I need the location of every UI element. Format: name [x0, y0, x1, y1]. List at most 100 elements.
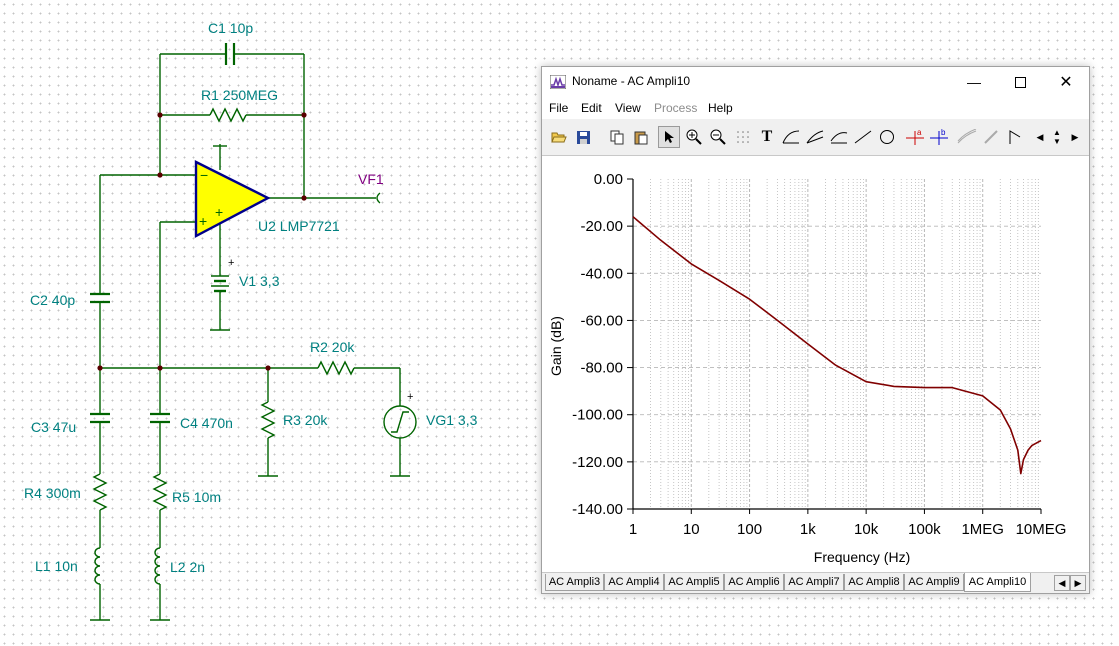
tab-ac-ampli3[interactable]: AC Ampli3	[545, 574, 604, 591]
arrow-right-icon: ▶	[1071, 131, 1079, 142]
label-r3: R3 20k	[283, 412, 328, 428]
menu-view[interactable]: View	[615, 101, 641, 115]
label-c3: C3 47u	[31, 419, 76, 435]
x-tick-label: 10k	[854, 521, 879, 538]
arrow-left-icon: ◀	[1036, 131, 1044, 142]
gain-curve	[632, 216, 1042, 475]
paste-icon	[634, 131, 648, 145]
tab-ac-ampli4[interactable]: AC Ampli4	[604, 574, 664, 591]
tab-ac-ampli9[interactable]: AC Ampli9	[904, 574, 964, 591]
arrow-up-icon: ▲	[1053, 128, 1061, 137]
wave-icon	[957, 129, 977, 144]
wave-button	[956, 126, 978, 148]
menu-help[interactable]: Help	[708, 101, 733, 115]
curve-icon	[782, 130, 800, 144]
svg-text:b: b	[941, 128, 946, 137]
tab-ac-ampli6[interactable]: AC Ampli6	[724, 574, 784, 591]
x-tick-label: 1	[629, 521, 637, 538]
text-button[interactable]: T	[756, 126, 778, 148]
label-c4: C4 470n	[180, 415, 233, 431]
arrow-down-icon: ▼	[1053, 137, 1061, 146]
y-tick-label: -120.00	[572, 454, 623, 471]
copy-button[interactable]	[606, 126, 628, 148]
bode-chart[interactable]: 0.00 -20.00 -40.00 -60.00 -80.00 -100.00 -120.…	[542, 156, 1089, 572]
save-button[interactable]	[572, 126, 594, 148]
label-r5: R5 10m	[172, 489, 221, 505]
toolbar-scroll-left[interactable]: ◀	[1034, 126, 1046, 148]
tab-scroll-left[interactable]: ◀	[1054, 575, 1070, 591]
zoom-in-icon	[686, 129, 702, 145]
y-tick-labels: 0.00 -20.00 -40.00 -60.00 -80.00 -100.00 -120.…	[572, 171, 623, 518]
close-icon: ✕	[1059, 74, 1073, 91]
toolbar: T a b ◀ ▲ ▼ ▶	[542, 122, 1089, 154]
x-tick-label: 1MEG	[961, 521, 1004, 538]
svg-text:+: +	[199, 213, 207, 229]
cursor-b-icon: b	[930, 128, 948, 145]
app-icon	[550, 75, 566, 89]
menu-file[interactable]: File	[549, 101, 568, 115]
tab-bar: AC Ampli3 AC Ampli4 AC Ampli5 AC Ampli6 …	[542, 573, 1089, 593]
text-icon: T	[761, 128, 773, 145]
maximize-icon	[1014, 76, 1026, 88]
toolbar-scroll-right[interactable]: ▶	[1069, 126, 1081, 148]
zoom-in-button[interactable]	[683, 126, 705, 148]
title-bar[interactable]: Noname - AC Ampli10 — ✕	[542, 67, 1089, 97]
tab-scroll-right[interactable]: ▶	[1070, 575, 1086, 591]
chart-grid	[633, 179, 1041, 509]
cursor-a-icon: a	[906, 128, 924, 145]
plot-area[interactable]: 0.00 -20.00 -40.00 -60.00 -80.00 -100.00 -120.…	[542, 155, 1089, 573]
y-tick-label: 0.00	[594, 171, 623, 188]
cursor-b-button[interactable]: b	[928, 126, 950, 148]
curve-tool-3-button[interactable]	[828, 126, 850, 148]
y-tick-label: -100.00	[572, 407, 623, 424]
y-axis-label: Gain (dB)	[548, 316, 564, 376]
label-vf1: VF1	[358, 171, 384, 187]
zoom-out-icon	[710, 129, 726, 145]
pointer-button[interactable]	[658, 126, 680, 148]
menu-edit[interactable]: Edit	[581, 101, 602, 115]
curve-icon	[830, 132, 848, 144]
tab-ac-ampli7[interactable]: AC Ampli7	[784, 574, 844, 591]
copy-icon	[610, 130, 624, 145]
circle-icon	[880, 130, 894, 144]
circle-button[interactable]	[876, 126, 898, 148]
window-title: Noname - AC Ampli10	[572, 74, 691, 88]
label-u2: U2 LMP7721	[258, 218, 340, 234]
paste-button[interactable]	[630, 126, 652, 148]
label-r2: R2 20k	[310, 339, 355, 355]
maximize-button[interactable]	[997, 67, 1043, 97]
tab-ac-ampli8[interactable]: AC Ampli8	[844, 574, 904, 591]
x-tick-labels: 1 10 100 1k 10k 100k 1MEG 10MEG	[629, 521, 1067, 538]
line-icon	[854, 130, 872, 144]
label-c1: C1 10p	[208, 20, 253, 36]
arrow-left-icon: ◀	[1058, 577, 1066, 588]
arrow-right-icon: ▶	[1074, 577, 1082, 588]
label-r4: R4 300m	[24, 485, 81, 501]
probe-icon	[984, 130, 998, 144]
chart-axes	[627, 178, 1042, 514]
label-l1: L1 10n	[35, 558, 78, 574]
label-l2: L2 2n	[170, 559, 205, 575]
curve-tool-1-button[interactable]	[780, 126, 802, 148]
menu-process: Process	[654, 101, 698, 115]
open-button[interactable]	[548, 126, 570, 148]
cursor-a-button[interactable]: a	[904, 126, 926, 148]
y-tick-label: -60.00	[580, 312, 623, 329]
curve-tool-2-button[interactable]	[804, 126, 826, 148]
tab-ac-ampli5[interactable]: AC Ampli5	[664, 574, 724, 591]
line-button[interactable]	[852, 126, 874, 148]
toolbar-spin[interactable]: ▲ ▼	[1048, 126, 1066, 148]
close-button[interactable]: ✕	[1043, 67, 1089, 97]
minimize-button[interactable]: —	[951, 67, 997, 97]
tab-ac-ampli10[interactable]: AC Ampli10	[964, 573, 1031, 592]
y-tick-label: -140.00	[572, 501, 623, 518]
flag-button[interactable]	[1004, 126, 1026, 148]
svg-text:+: +	[215, 204, 223, 220]
label-c2: C2 40p	[30, 292, 75, 308]
label-r1: R1 250MEG	[201, 87, 278, 103]
grid-icon	[737, 131, 749, 143]
zoom-out-button[interactable]	[707, 126, 729, 148]
grid-button[interactable]	[732, 126, 754, 148]
menu-bar: File Edit View Process Help	[542, 97, 1089, 119]
x-tick-label: 100k	[908, 521, 941, 538]
